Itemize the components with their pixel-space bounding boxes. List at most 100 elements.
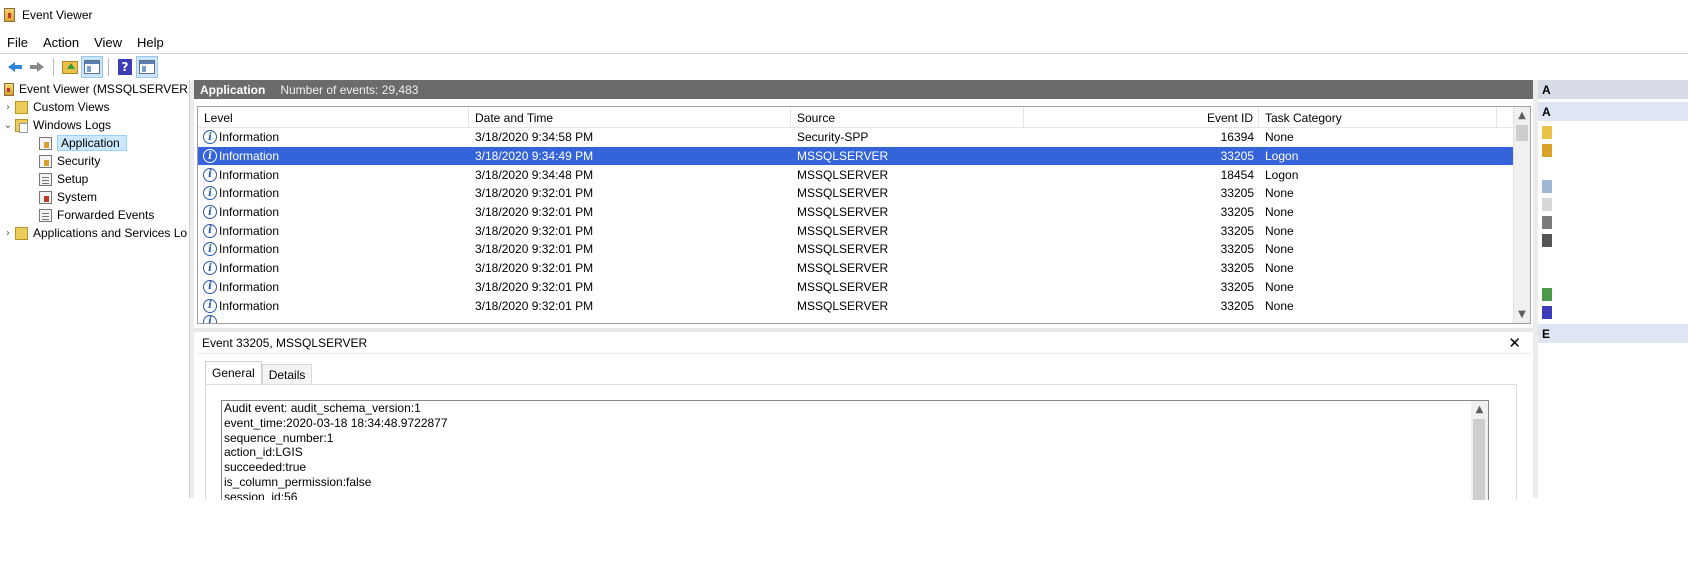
date-cell: 3/18/2020 9:32:01 PM (469, 205, 791, 219)
folder-icon (15, 100, 28, 114)
save-icon[interactable] (1542, 198, 1552, 211)
description-line: sequence_number:1 (224, 430, 334, 445)
table-row[interactable]: i Information 3/18/2020 9:32:01 PM MSSQLSER… (198, 221, 1530, 240)
date-cell: 3/18/2020 9:32:01 PM (469, 186, 791, 200)
table-row[interactable]: i Information 3/18/2020 9:32:01 PM MSSQLSER… (198, 278, 1530, 297)
tree-item-application[interactable]: Application (0, 134, 189, 152)
view-icon[interactable] (1542, 234, 1552, 247)
attach-task-icon[interactable] (1542, 216, 1552, 229)
table-row-partial[interactable]: i (198, 314, 1530, 323)
description-line: succeeded:true (224, 460, 307, 475)
menu-file[interactable]: File (0, 35, 36, 50)
help-icon: ? (118, 59, 132, 75)
event-tabs: General Details (205, 361, 313, 384)
level-cell-text: Information (219, 242, 280, 257)
date-cell-text: 3/18/2020 9:34:49 PM (475, 149, 594, 164)
information-icon: i (203, 223, 217, 238)
event-id-cell: 33205 (1024, 242, 1259, 256)
level-cell: i (198, 314, 469, 323)
column-header-event-id[interactable]: Event ID (1024, 107, 1259, 128)
tab-details[interactable]: Details (261, 364, 313, 384)
chevron-down-icon[interactable]: ⌄ (3, 120, 13, 131)
forward-button[interactable] (26, 56, 48, 78)
tree-item-windows-logs[interactable]: ⌄ Windows Logs (0, 116, 189, 134)
description-scrollbar[interactable]: ▲ (1471, 401, 1488, 500)
source-cell-text: MSSQLSERVER (797, 149, 889, 164)
level-cell: i Information (198, 130, 469, 145)
table-row[interactable]: i Information 3/18/2020 9:34:49 PM MSSQLSER… (198, 146, 1530, 166)
tree-item-applications-and-services[interactable]: › Applications and Services Lo (0, 224, 189, 242)
column-header-level[interactable]: Level (198, 107, 469, 128)
event-actions-subheader[interactable]: E (1538, 324, 1688, 343)
menu-help[interactable]: Help (130, 35, 172, 50)
open-log-icon[interactable] (1542, 126, 1552, 139)
tree-label: Event Viewer (MSSQLSERVER.LO (19, 82, 189, 96)
scroll-down-arrow-icon[interactable]: ▼ (1514, 306, 1530, 323)
scroll-up-arrow-icon[interactable]: ▲ (1514, 107, 1530, 124)
tree-item-custom-views[interactable]: › Custom Views (0, 98, 189, 116)
source-cell: MSSQLSERVER (791, 299, 1024, 313)
source-cell-text: MSSQLSERVER (797, 205, 889, 220)
table-row[interactable]: i Information 3/18/2020 9:32:01 PM MSSQLSER… (198, 259, 1530, 278)
scroll-up-arrow-icon[interactable]: ▲ (1471, 401, 1488, 418)
show-hide-action-pane-button[interactable] (136, 56, 158, 78)
close-icon[interactable]: ✕ (1508, 334, 1521, 352)
tree-item-root[interactable]: Event Viewer (MSSQLSERVER.LO (0, 80, 189, 98)
event-description-textbox[interactable]: Audit event: audit_schema_version:1 event… (221, 400, 1489, 500)
information-icon: i (203, 149, 217, 164)
chevron-right-icon[interactable]: › (3, 102, 13, 113)
source-cell-text: MSSQLSERVER (797, 223, 889, 238)
source-cell-text: MSSQLSERVER (797, 261, 889, 276)
table-row[interactable]: i Information 3/18/2020 9:34:48 PM MSSQLSER… (198, 165, 1530, 184)
tree-item-setup[interactable]: Setup (0, 170, 189, 188)
column-header-source[interactable]: Source (791, 107, 1024, 128)
chevron-right-icon[interactable]: › (3, 228, 13, 239)
event-id-cell: 33205 (1024, 149, 1259, 163)
information-icon: i (203, 242, 217, 257)
find-icon[interactable] (1542, 180, 1552, 193)
column-header-task-category[interactable]: Task Category (1259, 107, 1497, 128)
task-category-cell: None (1259, 261, 1497, 275)
tree-label: Windows Logs (33, 118, 112, 132)
events-grid[interactable]: Level Date and Time Source Event ID Task… (197, 106, 1531, 324)
level-cell-text: Information (219, 223, 280, 238)
task-category-cell: None (1259, 242, 1497, 256)
task-category-cell-text: None (1265, 298, 1294, 313)
date-cell-text: 3/18/2020 9:32:01 PM (475, 261, 594, 276)
table-row[interactable]: i Information 3/18/2020 9:32:01 PM MSSQLSER… (198, 203, 1530, 222)
tree-item-system[interactable]: System (0, 188, 189, 206)
table-row[interactable]: i Information 3/18/2020 9:32:01 PM MSSQLSER… (198, 240, 1530, 259)
task-category-cell-text: None (1265, 205, 1294, 220)
table-row[interactable]: i Information 3/18/2020 9:34:58 PM Security… (198, 128, 1530, 147)
refresh-icon[interactable] (1542, 288, 1552, 301)
table-row[interactable]: i Information 3/18/2020 9:32:01 PM MSSQLSER… (198, 184, 1530, 203)
filter-icon[interactable] (1542, 144, 1552, 157)
event-viewer-app-icon (4, 8, 15, 22)
menu-action[interactable]: Action (36, 35, 87, 50)
date-cell-text: 3/18/2020 9:32:01 PM (475, 186, 594, 201)
scroll-thumb[interactable] (1473, 419, 1485, 500)
menu-view[interactable]: View (87, 35, 130, 50)
tree-item-forwarded-events[interactable]: Forwarded Events (0, 206, 189, 224)
actions-subheader[interactable]: A (1538, 102, 1688, 121)
description-line: is_column_permission:false (224, 474, 372, 489)
grid-vertical-scrollbar[interactable]: ▲ ▼ (1513, 107, 1530, 323)
actions-header: A (1538, 80, 1688, 99)
show-hide-console-tree-button[interactable] (81, 56, 103, 78)
event-id-cell-text: 16394 (1220, 130, 1254, 145)
back-button[interactable] (4, 56, 26, 78)
help-icon[interactable] (1542, 306, 1552, 319)
tab-general[interactable]: General (205, 361, 262, 384)
information-icon: i (203, 261, 217, 276)
up-one-level-button[interactable] (59, 56, 81, 78)
table-row[interactable]: i Information 3/18/2020 9:32:01 PM MSSQLSER… (198, 296, 1530, 315)
scroll-thumb[interactable] (1516, 125, 1528, 141)
help-button[interactable]: ? (114, 56, 136, 78)
tree-item-security[interactable]: Security (0, 152, 189, 170)
task-category-cell: None (1259, 205, 1497, 219)
column-header-date[interactable]: Date and Time (469, 107, 791, 128)
event-id-cell: 33205 (1024, 280, 1259, 294)
task-category-cell: None (1259, 280, 1497, 294)
log-title: Application (200, 82, 266, 97)
task-category-cell-text: None (1265, 130, 1294, 145)
